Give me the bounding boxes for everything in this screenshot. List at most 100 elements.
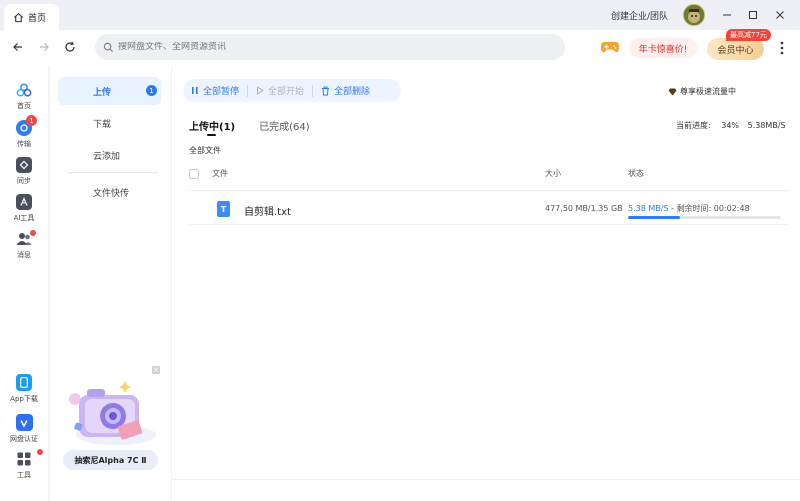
transfer-tabs: 上传中(1) 已完成(64): [189, 118, 334, 136]
pause-icon: [192, 87, 198, 94]
text-file-icon: T: [217, 201, 230, 217]
back-button[interactable]: [10, 39, 26, 55]
left-rail: 首页 1 传输 同步 AI工具 消息 App下载 网盘认证 工具: [0, 66, 48, 501]
phone-icon: [16, 374, 32, 391]
ad-label[interactable]: 抽索尼Alpha 7C Ⅱ: [63, 450, 158, 470]
subnav-footer: [50, 479, 171, 501]
upload-speed: 5.38 MB/S: [628, 204, 669, 213]
upload-progress-fill: [628, 216, 681, 219]
rail-item-home[interactable]: 首页: [0, 82, 48, 111]
pause-all-label: 全部暂停: [203, 87, 240, 97]
subnav-item-download[interactable]: 下载: [58, 109, 161, 137]
file-filter-label[interactable]: 全部文件: [189, 145, 221, 156]
header-status: 状态: [628, 169, 644, 178]
overall-progress: 当前进度: 34% 5.38MB/S: [676, 120, 786, 131]
messages-dot: [30, 230, 36, 236]
subnav-item-quick-transfer[interactable]: 文件快传: [58, 178, 161, 206]
more-vertical-icon: [780, 41, 784, 55]
tools-dot: [37, 449, 43, 455]
progress-speed: 5.38MB/S: [747, 121, 786, 130]
subnav-label: 文件快传: [93, 188, 130, 199]
start-all-label: 全部开始: [268, 87, 305, 97]
title-bar: 首页 创建企业/团队: [0, 0, 800, 30]
maximize-icon: [749, 11, 757, 19]
table-header: 文件 大小 状态: [189, 167, 789, 183]
rail-label: 同步: [17, 177, 31, 185]
rail-item-ai-tools[interactable]: AI工具: [0, 194, 48, 223]
annual-card-promo[interactable]: 年卡惊喜价!: [629, 38, 697, 58]
transfer-icon: 1: [16, 115, 37, 136]
rail-label: App下载: [10, 395, 38, 403]
delete-all-label: 全部删除: [334, 87, 371, 97]
subnav-item-cloud-add[interactable]: 云添加: [58, 141, 161, 169]
subnav-label: 上传: [93, 87, 112, 98]
rail-item-verify[interactable]: 网盘认证: [0, 414, 48, 444]
subnav-item-upload[interactable]: 上传 1: [58, 77, 161, 105]
rail-label: 首页: [17, 102, 31, 110]
ad-close-button[interactable]: ×: [152, 366, 160, 374]
tab-completed[interactable]: 已完成(64): [259, 118, 310, 133]
table-row[interactable]: T 自剪辑.txt 477.50 MB/1.35 GB 5.38 MB/S - …: [189, 196, 789, 224]
upload-count-badge: 1: [146, 85, 157, 96]
file-name: 自剪辑.txt: [244, 207, 291, 218]
rail-label: AI工具: [13, 214, 35, 222]
rail-item-messages[interactable]: 消息: [0, 230, 48, 260]
rail-label: 消息: [17, 251, 31, 259]
app-window: 首页 创建企业/团队 年卡惊喜价!: [0, 0, 800, 501]
subnav-label: 云添加: [93, 151, 121, 162]
vip-center-button[interactable]: 会员中心: [707, 38, 764, 60]
rail-item-transfer[interactable]: 1 传输: [0, 115, 48, 149]
header-file: 文件: [212, 169, 228, 178]
diamond-icon: [668, 88, 677, 95]
row-divider: [189, 224, 789, 225]
avatar[interactable]: [683, 4, 705, 26]
progress-percent: 34%: [721, 121, 740, 130]
select-all-checkbox[interactable]: [189, 169, 199, 179]
verify-badge-icon: [15, 414, 33, 431]
delete-all-button[interactable]: 全部删除: [313, 84, 378, 97]
nav-bar: 年卡惊喜价! 会员中心 最高减77元: [0, 29, 800, 66]
subnav-divider: [68, 172, 158, 173]
progress-label: 当前进度:: [676, 121, 711, 130]
play-icon: [257, 86, 264, 95]
remaining-time: - 剩余时间: 00:02:48: [668, 204, 750, 213]
game-icon[interactable]: [600, 39, 620, 59]
arrow-left-icon: [13, 43, 22, 51]
home-icon: [13, 12, 24, 22]
maximize-button[interactable]: [746, 8, 760, 22]
create-enterprise-link[interactable]: 创建企业/团队: [611, 9, 668, 22]
ai-tools-icon: [16, 194, 32, 210]
speedup-status: 尊享极速流量中: [668, 86, 736, 97]
arrow-right-icon: [40, 43, 49, 51]
tab-uploading[interactable]: 上传中(1): [189, 118, 235, 136]
pause-all-button[interactable]: 全部暂停: [183, 84, 247, 97]
rail-item-sync[interactable]: 同步: [0, 157, 48, 186]
close-button[interactable]: [773, 8, 787, 22]
home-tab[interactable]: 首页: [4, 4, 59, 30]
search-box[interactable]: [95, 34, 565, 60]
start-all-button[interactable]: 全部开始: [248, 84, 312, 97]
rail-item-app-download[interactable]: App下载: [0, 374, 48, 404]
close-icon: [776, 11, 784, 19]
refresh-icon: [65, 41, 75, 52]
forward-button[interactable]: [36, 39, 52, 55]
search-input[interactable]: [118, 42, 538, 52]
rail-label: 工具: [17, 471, 31, 479]
rail-item-tools[interactable]: 工具: [0, 449, 48, 480]
more-menu-button[interactable]: [777, 40, 787, 56]
cloud-logo-icon: [16, 82, 32, 98]
header-divider: [189, 190, 789, 191]
vip-discount-badge: 最高减77元: [726, 29, 771, 41]
rail-label: 网盘认证: [10, 435, 38, 443]
search-icon: [103, 42, 113, 52]
home-tab-label: 首页: [28, 13, 47, 24]
trash-icon: [322, 86, 330, 95]
transfer-subnav: 上传 1 下载 云添加 文件快传 × 抽索尼Alpha 7C Ⅱ: [50, 66, 171, 479]
file-status: 5.38 MB/S - 剩余时间: 00:02:48: [628, 203, 750, 214]
rail-label: 传输: [17, 140, 31, 148]
main-footer: [172, 479, 800, 501]
file-size: 477.50 MB/1.35 GB: [545, 204, 623, 213]
minimize-button[interactable]: [720, 8, 734, 22]
header-size: 大小: [545, 169, 561, 178]
refresh-button[interactable]: [62, 39, 78, 55]
